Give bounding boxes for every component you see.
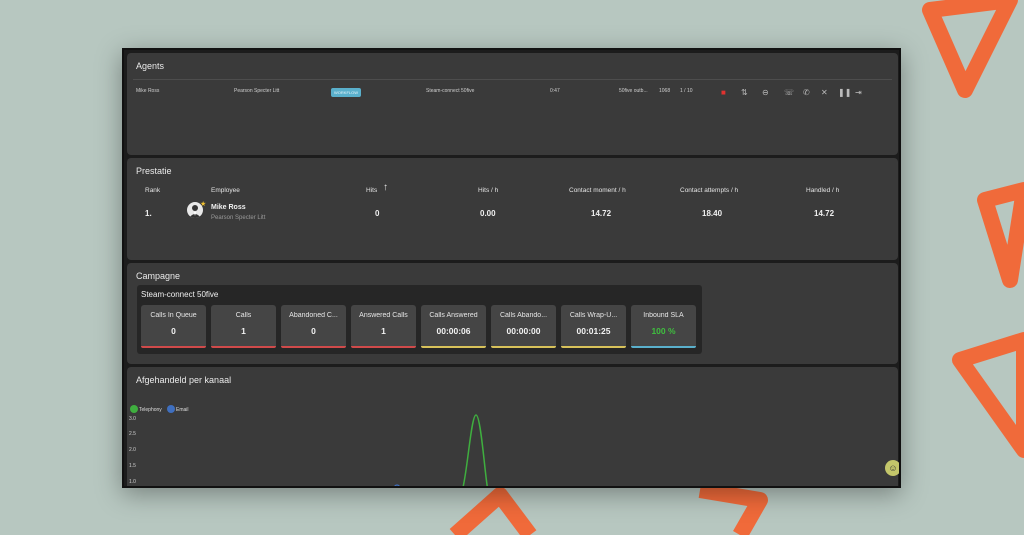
agents-title: Agents [136, 61, 165, 71]
agent-company: Pearson Specter Litt [234, 88, 280, 94]
stat-value: 0 [171, 326, 176, 336]
column-rank[interactable]: Rank [145, 187, 160, 194]
series-line-telephony [462, 414, 488, 486]
transfer-icon[interactable]: ⇅ [741, 88, 748, 97]
column-contact-attempts[interactable]: Contact attempts / h [680, 187, 738, 194]
agents-panel: Agents Mike Ross Pearson Specter Litt WO… [127, 53, 898, 155]
logout-icon[interactable]: ⇥ [855, 88, 862, 97]
stat-label: Calls In Queue [150, 312, 197, 319]
divider [133, 79, 892, 80]
stat-label: Calls Abando... [499, 312, 548, 319]
stat-tile[interactable]: Calls Wrap-U... 00:01:25 [561, 305, 626, 348]
stat-tile[interactable]: Calls Answered 00:00:06 [421, 305, 486, 348]
series-line-email [394, 484, 400, 486]
column-handled[interactable]: Handled / h [806, 187, 839, 194]
row-contact-moment: 14.72 [591, 209, 612, 218]
agent-time: 0:47 [550, 88, 560, 94]
row-contact-attempts: 18.40 [702, 209, 723, 218]
stat-value: 00:00:00 [506, 326, 541, 336]
stat-bar [351, 346, 416, 348]
dashboard-window: Agents Mike Ross Pearson Specter Litt WO… [122, 48, 901, 488]
stat-label: Calls Answered [429, 312, 478, 319]
agent-campaign: Steam-connect 50five [426, 88, 475, 94]
stat-tile[interactable]: Abandoned C... 0 [281, 305, 346, 348]
star-icon: ★ [200, 201, 207, 208]
stat-label: Calls Wrap-U... [569, 312, 618, 319]
employee-name: Mike Ross [211, 204, 246, 211]
row-hits-per-hour: 0.00 [480, 209, 496, 218]
column-employee[interactable]: Employee [211, 187, 240, 194]
stat-value: 100 % [651, 326, 676, 336]
prestatie-panel: Prestatie Rank Employee Hits ↑ Hits / h … [127, 158, 898, 260]
close-icon[interactable]: ✕ [821, 88, 828, 97]
stat-bar [631, 346, 696, 348]
agent-task: 50five outb... [619, 88, 648, 94]
stat-value: 00:00:06 [436, 326, 471, 336]
stat-tile[interactable]: Answered Calls 1 [351, 305, 416, 348]
afgehandeld-panel: Afgehandeld per kanaal Telephony Email 3… [127, 367, 898, 486]
stat-label: Answered Calls [359, 312, 408, 319]
stat-bar [421, 346, 486, 348]
row-rank: 1. [145, 209, 152, 218]
stat-label: Calls [235, 312, 252, 319]
pause-icon[interactable]: ❚❚ [838, 88, 851, 97]
stat-bar [561, 346, 626, 348]
stat-tile[interactable]: Calls 1 [211, 305, 276, 348]
stat-label: Abandoned C... [289, 312, 338, 319]
stat-tile[interactable]: Calls In Queue 0 [141, 305, 206, 348]
stat-label: Inbound SLA [643, 312, 684, 319]
stat-value: 1 [381, 326, 386, 336]
campagne-title: Campagne [136, 271, 181, 281]
stat-bar [211, 346, 276, 348]
phone-down-icon[interactable]: ✆ [803, 88, 810, 97]
campaign-card: Steam-connect 50five Calls In Queue 0 Call… [137, 285, 702, 354]
stat-bar [141, 346, 206, 348]
row-handled: 14.72 [814, 209, 835, 218]
campaign-name: Steam-connect 50five [141, 290, 219, 299]
agent-counter: 1068 [659, 88, 671, 94]
employee-company: Pearson Specter Litt [211, 215, 266, 221]
agent-name: Mike Ross [136, 88, 160, 94]
stat-value: 00:01:25 [576, 326, 611, 336]
agent-pages: 1 / 10 [680, 88, 693, 94]
stat-bar [281, 346, 346, 348]
stat-tile[interactable]: Calls Abando... 00:00:00 [491, 305, 556, 348]
agent-row[interactable]: Mike Ross Pearson Specter Litt WORKFLOW … [127, 86, 898, 98]
help-icon[interactable]: ☺ [885, 460, 899, 476]
column-hits[interactable]: Hits [366, 187, 377, 194]
stat-bar [491, 346, 556, 348]
status-badge: WORKFLOW [331, 88, 361, 97]
stat-value: 1 [241, 326, 246, 336]
stop-icon[interactable]: ■ [721, 88, 726, 97]
column-hits-per-hour[interactable]: Hits / h [478, 187, 498, 194]
arrow-up-icon[interactable]: ↑ [383, 182, 388, 193]
stat-tile[interactable]: Inbound SLA 100 % [631, 305, 696, 348]
phone-forward-icon[interactable]: ☏ [784, 88, 794, 97]
column-contact-moment[interactable]: Contact moment / h [569, 187, 626, 194]
stat-value: 0 [311, 326, 316, 336]
chart [394, 414, 488, 486]
row-hits: 0 [375, 209, 380, 218]
campagne-panel: Campagne Steam-connect 50five Calls In Q… [127, 263, 898, 364]
minus-circle-icon[interactable]: ⊖ [762, 88, 769, 97]
prestatie-title: Prestatie [136, 166, 172, 176]
